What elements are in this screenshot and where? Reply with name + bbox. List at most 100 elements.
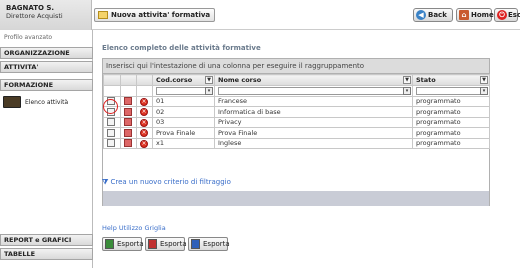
sheet-cell[interactable]: [120, 95, 137, 107]
edit-cell[interactable]: [103, 106, 121, 118]
cell-code: 02: [152, 106, 215, 118]
home-label: Home: [471, 11, 494, 19]
table-row[interactable]: × 03 Privacy programmato: [103, 116, 490, 128]
user-role: Direttore Acquisti: [6, 12, 63, 20]
delete-cell[interactable]: ×: [136, 106, 153, 118]
grid-table: Cod.corso ▼ Nome corso ▼ Stato ▼ ▾ ▾ ▾ × 0: [103, 74, 490, 149]
sidebar-section-report[interactable]: REPORT e GRAFICI: [0, 234, 93, 246]
add-filter-label: Crea un nuovo criterio di filtraggio: [110, 178, 231, 186]
column-header-status[interactable]: Stato ▼: [412, 74, 490, 86]
column-header-label: Nome corso: [218, 75, 262, 84]
delete-cell[interactable]: ×: [136, 127, 153, 139]
cell-name: Prova Finale: [214, 127, 413, 139]
delete-icon[interactable]: ×: [140, 118, 148, 127]
filter-cell-status: ▾: [412, 84, 490, 97]
header-cell-sheet: [120, 74, 137, 86]
filter-icon[interactable]: ▾: [403, 86, 411, 95]
excel-icon: [105, 239, 114, 249]
cell-code: 03: [152, 116, 215, 128]
edit-cell[interactable]: [103, 137, 121, 149]
table-row[interactable]: × Prova Finale Prova Finale programmato: [103, 127, 490, 139]
cell-status: programmato: [412, 106, 490, 118]
sheet-cell[interactable]: [120, 106, 137, 118]
table-row[interactable]: × x1 Inglese programmato: [103, 137, 490, 149]
cell-code: x1: [152, 137, 215, 149]
top-bar: BAGNATO S. Direttore Acquisti Nuova atti…: [0, 0, 520, 30]
filter-icon[interactable]: ▾: [205, 86, 213, 95]
home-button[interactable]: ⌂ Home: [456, 8, 494, 22]
delete-cell[interactable]: ×: [136, 116, 153, 128]
exit-button[interactable]: ⏻ Esci: [494, 8, 520, 22]
cell-code: 01: [152, 95, 215, 107]
edit-icon[interactable]: [107, 107, 115, 116]
delete-icon[interactable]: ×: [140, 97, 148, 106]
filter-cell-name: ▾: [214, 84, 413, 97]
filter-input-name[interactable]: [218, 86, 409, 95]
edit-cell[interactable]: [103, 116, 121, 128]
cell-code: Prova Finale: [152, 127, 215, 139]
word-icon: [191, 239, 200, 249]
group-by-area[interactable]: Inserisci qui l'intestazione di una colo…: [103, 59, 489, 74]
back-arrow-icon: ◀: [416, 10, 426, 20]
sheet-cell[interactable]: [120, 137, 137, 149]
cell-status: programmato: [412, 127, 490, 139]
export-word-button[interactable]: Esporta: [188, 237, 230, 251]
filter-cell: [120, 84, 137, 97]
edit-icon[interactable]: [107, 139, 115, 148]
sidebar-item-elenco-attivita[interactable]: Elenco attività: [3, 96, 91, 110]
export-pdf-button[interactable]: Esporta: [145, 237, 187, 251]
edit-cell[interactable]: [103, 127, 121, 139]
power-icon: ⏻: [497, 10, 507, 20]
column-header-code[interactable]: Cod.corso ▼: [152, 74, 215, 86]
delete-cell[interactable]: ×: [136, 137, 153, 149]
edit-icon[interactable]: [107, 97, 115, 106]
folder-icon: [3, 96, 21, 108]
column-header-name[interactable]: Nome corso ▼: [214, 74, 413, 86]
sidebar: Profilo avanzato ORGANIZZAZIONE ATTIVITA…: [0, 30, 93, 268]
header-cell-delete: [136, 74, 153, 86]
filter-plus-icon: ⧩: [102, 178, 109, 186]
page-tab[interactable]: Nuova attivita' formativa: [94, 8, 216, 22]
sidebar-section-organizzazione[interactable]: ORGANIZZAZIONE: [0, 47, 93, 59]
chevron-down-icon[interactable]: ▼: [403, 76, 411, 84]
sidebar-section-formazione[interactable]: FORMAZIONE: [0, 79, 93, 91]
cell-name: Informatica di base: [214, 106, 413, 118]
sheet-cell[interactable]: [120, 127, 137, 139]
table-row[interactable]: × 01 Francese programmato: [103, 95, 490, 107]
filter-input-code[interactable]: [156, 86, 211, 95]
cell-status: programmato: [412, 137, 490, 149]
sheet-icon[interactable]: [124, 97, 132, 106]
sheet-icon[interactable]: [124, 118, 132, 127]
chevron-down-icon[interactable]: ▼: [205, 76, 213, 84]
home-icon: ⌂: [459, 10, 469, 20]
cell-name: Francese: [214, 95, 413, 107]
edit-icon[interactable]: [107, 128, 115, 137]
edit-cell[interactable]: [103, 95, 121, 107]
user-name: BAGNATO S.: [6, 4, 55, 12]
sheet-icon[interactable]: [124, 107, 132, 116]
delete-icon[interactable]: ×: [140, 129, 148, 138]
sidebar-section-tabelle[interactable]: TABELLE: [0, 248, 93, 260]
back-button[interactable]: ◀ Back: [413, 8, 453, 22]
help-grid-link[interactable]: Help Utilizzo Griglia: [102, 224, 166, 232]
delete-icon[interactable]: ×: [140, 139, 148, 148]
table-row[interactable]: × 02 Informatica di base programmato: [103, 106, 490, 118]
sheet-icon[interactable]: [124, 139, 132, 148]
cell-name: Privacy: [214, 116, 413, 128]
delete-icon[interactable]: ×: [140, 108, 148, 117]
sidebar-section-attivita[interactable]: ATTIVITA': [0, 61, 93, 73]
add-filter-link[interactable]: ⧩ Crea un nuovo criterio di filtraggio: [102, 178, 231, 187]
sheet-icon[interactable]: [124, 128, 132, 137]
column-header-label: Cod.corso: [156, 75, 193, 84]
sheet-cell[interactable]: [120, 116, 137, 128]
export-excel-button[interactable]: Esporta: [102, 237, 144, 251]
delete-cell[interactable]: ×: [136, 95, 153, 107]
filter-input-status[interactable]: [416, 86, 486, 95]
user-info: BAGNATO S. Direttore Acquisti: [0, 0, 92, 30]
sidebar-item-label: Elenco attività: [25, 99, 69, 106]
export-label: Esporta: [117, 240, 144, 248]
edit-icon[interactable]: [107, 118, 115, 127]
chevron-down-icon[interactable]: ▼: [480, 76, 488, 84]
filter-cell-code: ▾: [152, 84, 215, 97]
filter-icon[interactable]: ▾: [480, 86, 488, 95]
